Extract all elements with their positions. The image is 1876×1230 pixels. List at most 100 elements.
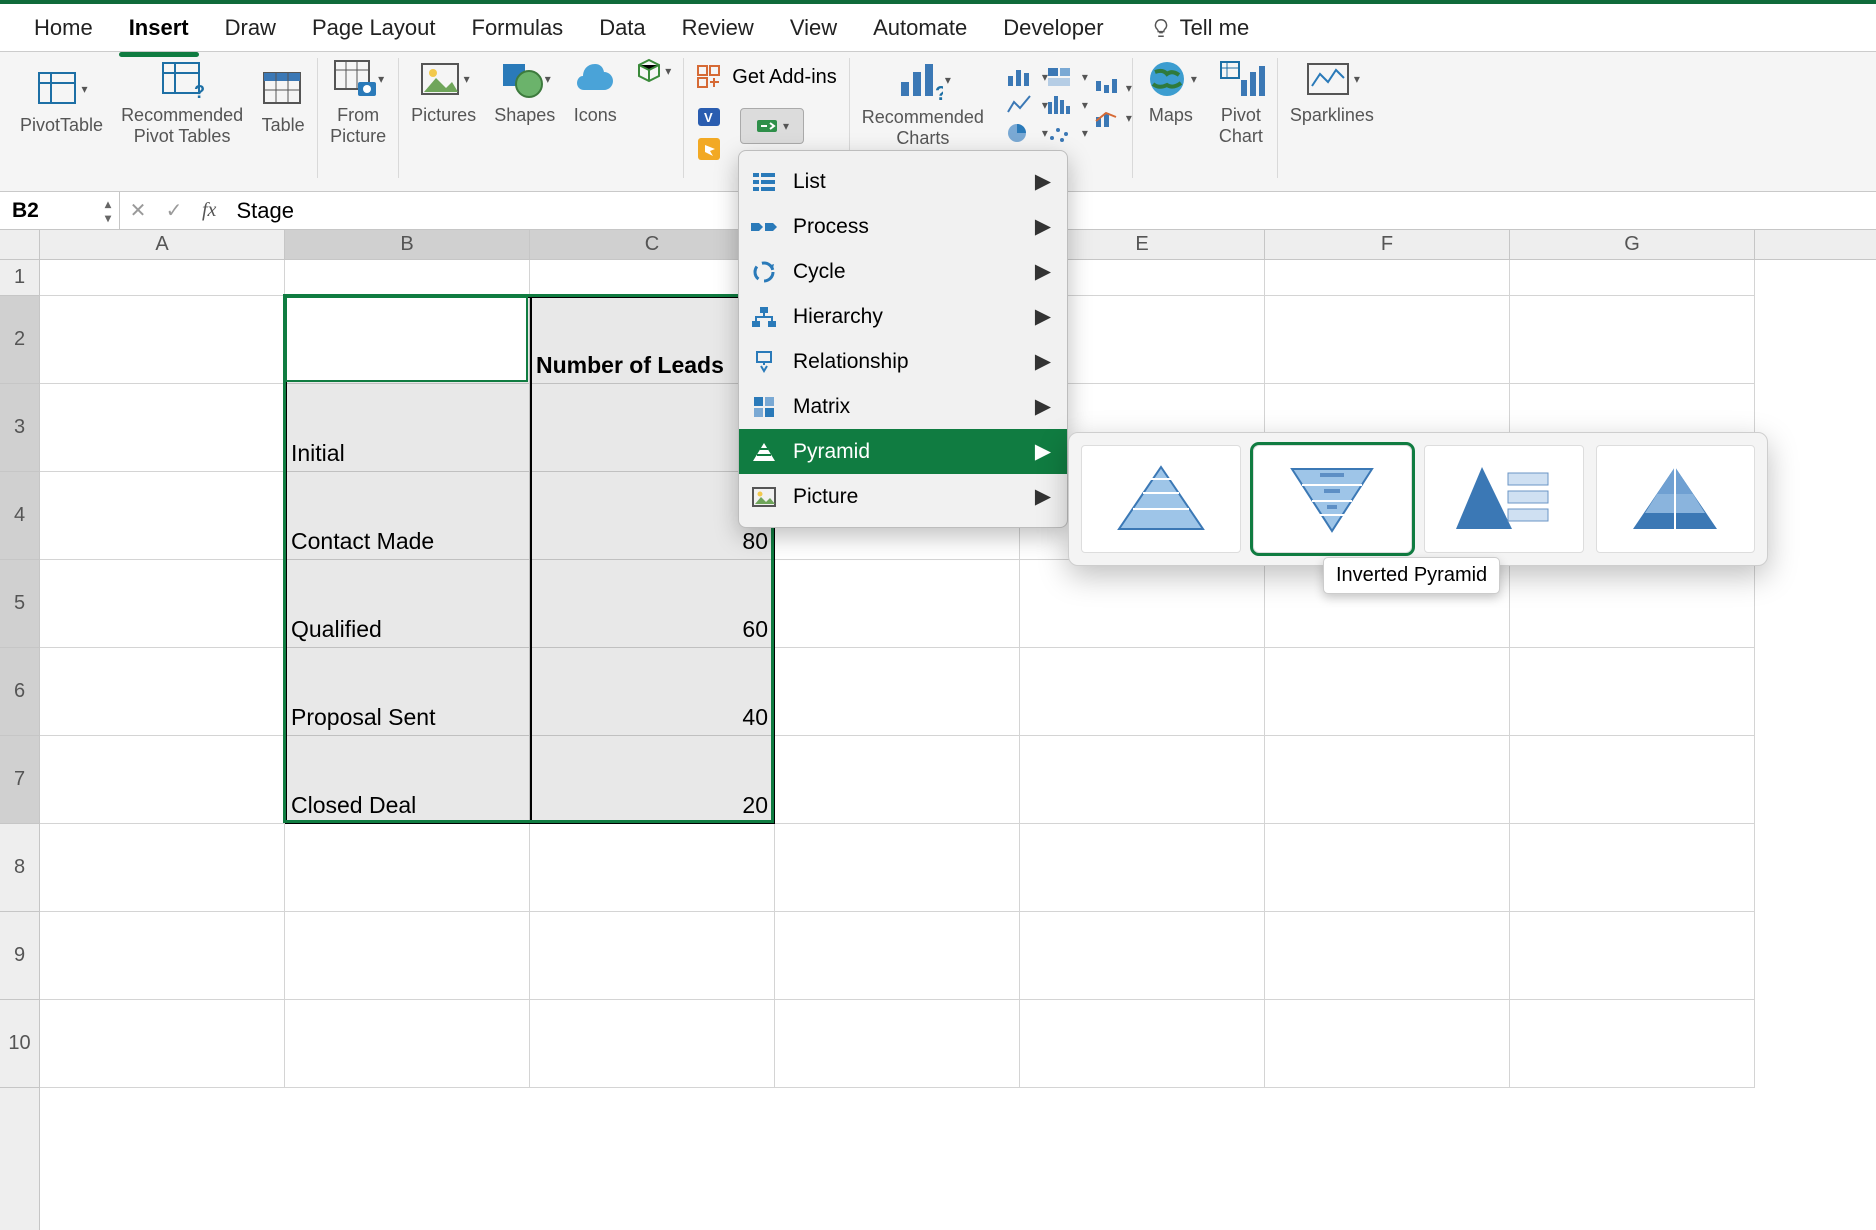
row-header-10[interactable]: 10 — [0, 1000, 39, 1088]
scatter-chart-button[interactable]: ▾ — [1042, 122, 1076, 144]
smartart-item-relationship[interactable]: Relationship▶ — [739, 339, 1067, 384]
cell-A7[interactable] — [40, 736, 285, 824]
combo-chart-button[interactable]: ▾ — [1094, 107, 1120, 129]
cell-D9[interactable] — [775, 912, 1020, 1000]
menu-formulas[interactable]: Formulas — [456, 11, 580, 45]
visio-addin-button[interactable]: V — [696, 104, 722, 130]
cell-D5[interactable] — [775, 560, 1020, 648]
smartart-button[interactable]: ▾ — [740, 108, 804, 144]
menu-review[interactable]: Review — [666, 11, 770, 45]
pivot-table-button[interactable]: ▾ PivotTable — [20, 68, 103, 136]
cell-A6[interactable] — [40, 648, 285, 736]
cell-A8[interactable] — [40, 824, 285, 912]
pictures-button[interactable]: ▾ Pictures — [411, 58, 476, 126]
cell-E5[interactable] — [1020, 560, 1265, 648]
cell-G10[interactable] — [1510, 1000, 1755, 1088]
menu-developer[interactable]: Developer — [987, 11, 1119, 45]
fx-icon[interactable]: fx — [202, 199, 216, 222]
menu-automate[interactable]: Automate — [857, 11, 983, 45]
table-button[interactable]: Table — [261, 68, 305, 136]
cell-G1[interactable] — [1510, 260, 1755, 296]
pie-chart-button[interactable]: ▾ — [1002, 122, 1036, 144]
smartart-item-picture[interactable]: Picture▶ — [739, 474, 1067, 519]
enter-formula-button[interactable]: ✓ — [156, 198, 192, 223]
cell-C9[interactable] — [530, 912, 775, 1000]
cell-E9[interactable] — [1020, 912, 1265, 1000]
cell-A9[interactable] — [40, 912, 285, 1000]
row-header-7[interactable]: 7 — [0, 736, 39, 824]
menu-page-layout[interactable]: Page Layout — [296, 11, 452, 45]
cell-F2[interactable] — [1265, 296, 1510, 384]
menu-insert[interactable]: Insert — [113, 11, 205, 45]
cell-B3[interactable]: Initial — [285, 384, 530, 472]
cell-C7[interactable]: 20 — [530, 736, 775, 824]
row-header-1[interactable]: 1 — [0, 260, 39, 296]
pivot-chart-button[interactable]: Pivot Chart — [1217, 58, 1265, 146]
bing-addin-button[interactable] — [696, 136, 722, 162]
statistic-chart-button[interactable]: ▾ — [1042, 94, 1076, 116]
shapes-button[interactable]: ▾ Shapes — [494, 58, 555, 126]
smartart-item-cycle[interactable]: Cycle▶ — [739, 249, 1067, 294]
cell-B2[interactable]: Stage — [285, 296, 530, 384]
cell-B10[interactable] — [285, 1000, 530, 1088]
row-header-8[interactable]: 8 — [0, 824, 39, 912]
maps-button[interactable]: ▾ Maps — [1145, 58, 1197, 126]
cell-A10[interactable] — [40, 1000, 285, 1088]
cell-D10[interactable] — [775, 1000, 1020, 1088]
models-3d-button[interactable]: ▾ — [635, 58, 671, 84]
cell-B6[interactable]: Proposal Sent — [285, 648, 530, 736]
recommended-charts-button[interactable]: ?▾ Recommended Charts — [862, 58, 984, 148]
cell-E10[interactable] — [1020, 1000, 1265, 1088]
line-chart-button[interactable]: ▾ — [1002, 94, 1036, 116]
menu-view[interactable]: View — [774, 11, 853, 45]
cell-B4[interactable]: Contact Made — [285, 472, 530, 560]
column-header-F[interactable]: F — [1265, 230, 1510, 259]
row-header-9[interactable]: 9 — [0, 912, 39, 1000]
cell-D8[interactable] — [775, 824, 1020, 912]
cell-F7[interactable] — [1265, 736, 1510, 824]
cell-A1[interactable] — [40, 260, 285, 296]
row-header-4[interactable]: 4 — [0, 472, 39, 560]
name-box-stepper[interactable]: ▴▾ — [105, 197, 111, 225]
cell-G6[interactable] — [1510, 648, 1755, 736]
menu-draw[interactable]: Draw — [209, 11, 292, 45]
row-header-2[interactable]: 2 — [0, 296, 39, 384]
cell-C5[interactable]: 60 — [530, 560, 775, 648]
cell-B1[interactable] — [285, 260, 530, 296]
cell-A5[interactable] — [40, 560, 285, 648]
column-header-B[interactable]: B — [285, 230, 530, 259]
tell-me-search[interactable]: Tell me — [1134, 11, 1266, 45]
gallery-item-pyramid-list[interactable] — [1424, 445, 1584, 553]
cell-D6[interactable] — [775, 648, 1020, 736]
cell-B5[interactable]: Qualified — [285, 560, 530, 648]
bar-chart-button[interactable]: ▾ — [1002, 66, 1036, 88]
icons-button[interactable]: Icons — [573, 58, 617, 126]
cell-D7[interactable] — [775, 736, 1020, 824]
cell-F6[interactable] — [1265, 648, 1510, 736]
cell-G9[interactable] — [1510, 912, 1755, 1000]
cell-A2[interactable] — [40, 296, 285, 384]
row-header-6[interactable]: 6 — [0, 648, 39, 736]
waterfall-chart-button[interactable]: ▾ — [1094, 77, 1120, 99]
cell-A3[interactable] — [40, 384, 285, 472]
gallery-item-inverted-pyramid[interactable] — [1253, 445, 1413, 553]
cell-C10[interactable] — [530, 1000, 775, 1088]
row-header-5[interactable]: 5 — [0, 560, 39, 648]
smartart-item-list[interactable]: List▶ — [739, 159, 1067, 204]
select-all-corner[interactable] — [0, 230, 40, 259]
cell-G5[interactable] — [1510, 560, 1755, 648]
cell-F9[interactable] — [1265, 912, 1510, 1000]
smartart-item-hierarchy[interactable]: Hierarchy▶ — [739, 294, 1067, 339]
smartart-item-pyramid[interactable]: Pyramid▶ — [739, 429, 1067, 474]
column-header-A[interactable]: A — [40, 230, 285, 259]
menu-home[interactable]: Home — [18, 11, 109, 45]
smartart-item-matrix[interactable]: Matrix▶ — [739, 384, 1067, 429]
cell-G7[interactable] — [1510, 736, 1755, 824]
cell-C8[interactable] — [530, 824, 775, 912]
smartart-item-process[interactable]: Process▶ — [739, 204, 1067, 249]
menu-data[interactable]: Data — [583, 11, 661, 45]
column-header-G[interactable]: G — [1510, 230, 1755, 259]
cell-F10[interactable] — [1265, 1000, 1510, 1088]
row-header-3[interactable]: 3 — [0, 384, 39, 472]
recommended-pivot-button[interactable]: ? Recommended Pivot Tables — [121, 58, 243, 146]
